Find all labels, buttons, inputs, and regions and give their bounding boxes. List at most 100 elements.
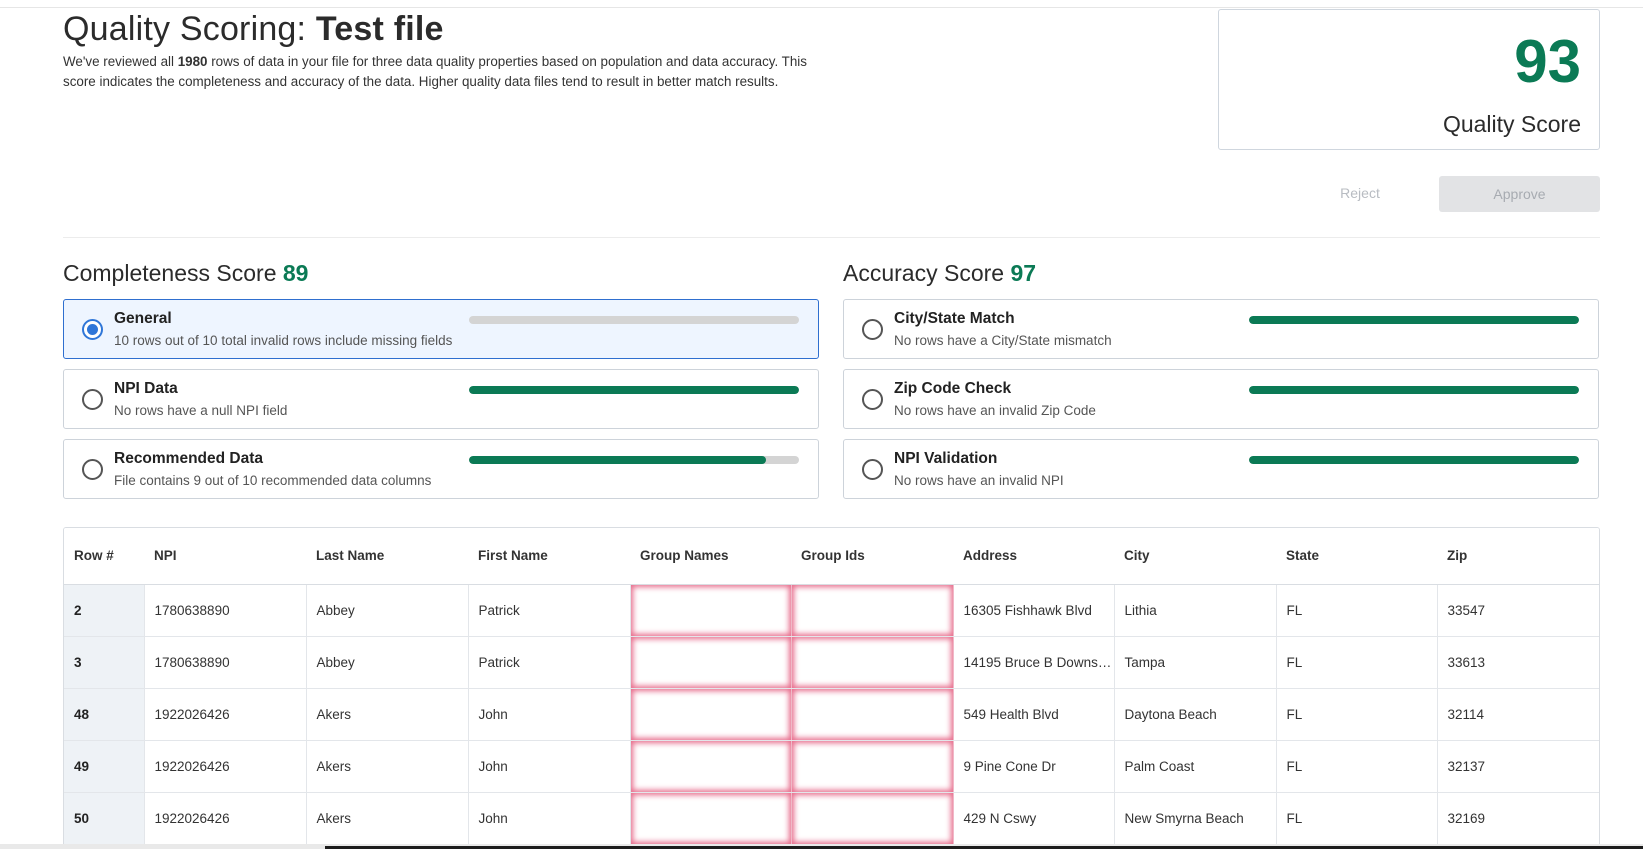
radio-button[interactable] (82, 459, 103, 480)
table-cell[interactable]: Abbey (306, 636, 469, 689)
column-header[interactable]: First Name (468, 528, 630, 585)
radio-button[interactable] (862, 319, 883, 340)
accuracy-score-title: Accuracy Score 97 (843, 260, 1036, 287)
invalid-cell[interactable] (791, 688, 954, 741)
invalid-cell[interactable] (630, 584, 792, 637)
desc-pre: We've reviewed all (63, 54, 178, 69)
invalid-cell[interactable] (630, 636, 792, 689)
row-number-cell[interactable]: 48 (64, 688, 145, 741)
column-header[interactable]: Address (953, 528, 1114, 585)
table-row[interactable]: 50 1922026426 Akers John 429 N Cswy New Smyrn… (64, 792, 1599, 845)
row-number-cell[interactable]: 3 (64, 636, 145, 689)
approve-button[interactable]: Approve (1439, 176, 1600, 212)
table-cell[interactable]: John (468, 792, 631, 845)
invalid-cell[interactable] (630, 740, 792, 793)
metric-label: NPI Validation (894, 450, 998, 467)
invalid-cell[interactable] (791, 636, 954, 689)
accuracy-score-value: 97 (1010, 260, 1037, 286)
radio-button[interactable] (862, 389, 883, 410)
table-cell[interactable]: 32114 (1437, 688, 1599, 741)
table-row[interactable]: 3 1780638890 Abbey Patrick 14195 Bruce B Dow… (64, 636, 1599, 689)
header-divider (63, 237, 1600, 238)
table-cell[interactable]: FL (1276, 636, 1438, 689)
progress-bar (1249, 316, 1579, 324)
metric-label: Recommended Data (114, 450, 264, 467)
table-cell[interactable]: 9 Pine Cone Dr (953, 740, 1115, 793)
accuracy-title-text: Accuracy Score (843, 260, 1005, 286)
row-number-cell[interactable]: 2 (64, 584, 145, 637)
column-header[interactable]: Group Ids (791, 528, 953, 585)
progress-bar (469, 386, 799, 394)
table-cell[interactable]: Abbey (306, 584, 469, 637)
table-cell[interactable]: FL (1276, 688, 1438, 741)
column-header[interactable]: State (1276, 528, 1437, 585)
table-cell[interactable]: 1922026426 (144, 740, 307, 793)
table-cell[interactable]: Akers (306, 792, 469, 845)
radio-button[interactable] (862, 459, 883, 480)
metric-zip-code-check[interactable]: Zip Code Check No rows have an invalid Z… (843, 369, 1599, 429)
progress-fill (1249, 456, 1579, 464)
invalid-cell[interactable] (630, 688, 792, 741)
table-cell[interactable]: 16305 Fishhawk Blvd (953, 584, 1115, 637)
row-number-cell[interactable]: 50 (64, 792, 145, 845)
metric-general[interactable]: General 10 rows out of 10 total invalid … (63, 299, 819, 359)
table-cell[interactable]: FL (1276, 792, 1438, 845)
page-description: We've reviewed all 1980 rows of data in … (63, 52, 823, 92)
invalid-cell[interactable] (791, 584, 954, 637)
metric-recommended-data[interactable]: Recommended Data File contains 9 out of … (63, 439, 819, 499)
table-cell[interactable]: 429 N Cswy (953, 792, 1115, 845)
table-cell[interactable]: Tampa (1114, 636, 1277, 689)
table-cell[interactable]: Daytona Beach (1114, 688, 1277, 741)
invalid-cell[interactable] (630, 792, 792, 845)
table-cell[interactable]: Lithia (1114, 584, 1277, 637)
progress-fill (1249, 386, 1579, 394)
reject-button[interactable]: Reject (1300, 176, 1420, 210)
metric-city-state-match[interactable]: City/State Match No rows have a City/Sta… (843, 299, 1599, 359)
table-row[interactable]: 48 1922026426 Akers John 549 Health Blvd Dayt… (64, 688, 1599, 741)
table-cell[interactable]: 33547 (1437, 584, 1599, 637)
table-cell[interactable]: Palm Coast (1114, 740, 1277, 793)
invalid-cell[interactable] (791, 740, 954, 793)
table-row[interactable]: 2 1780638890 Abbey Patrick 16305 Fishhawk Bl… (64, 584, 1599, 637)
table-cell[interactable]: New Smyrna Beach (1114, 792, 1277, 845)
column-header[interactable]: Row # (64, 528, 144, 585)
table-cell[interactable]: 14195 Bruce B Downs Blvd (953, 636, 1115, 689)
quality-score-value: 93 (1514, 28, 1581, 95)
radio-button[interactable] (82, 389, 103, 410)
table-cell[interactable]: FL (1276, 584, 1438, 637)
table-cell[interactable]: FL (1276, 740, 1438, 793)
column-header[interactable]: City (1114, 528, 1276, 585)
table-cell[interactable]: 1922026426 (144, 688, 307, 741)
column-header[interactable]: NPI (144, 528, 306, 585)
desc-row-count: 1980 (177, 54, 208, 69)
table-cell[interactable]: 32137 (1437, 740, 1599, 793)
invalid-cell[interactable] (791, 792, 954, 845)
table-cell[interactable]: 1780638890 (144, 584, 307, 637)
metric-description: No rows have an invalid NPI (894, 473, 1064, 488)
table-cell[interactable]: 1780638890 (144, 636, 307, 689)
progress-fill (469, 456, 766, 464)
table-cell[interactable]: John (468, 688, 631, 741)
radio-button[interactable] (82, 319, 103, 340)
table-cell[interactable]: 549 Health Blvd (953, 688, 1115, 741)
table-header-row: Row # NPI Last Name First Name Group Nam… (64, 528, 1599, 585)
row-number-cell[interactable]: 49 (64, 740, 145, 793)
progress-bar (1249, 386, 1579, 394)
table-cell[interactable]: John (468, 740, 631, 793)
table-cell[interactable]: Akers (306, 740, 469, 793)
metric-label: General (114, 310, 172, 327)
table-cell[interactable]: 1922026426 (144, 792, 307, 845)
table-cell[interactable]: Patrick (468, 636, 631, 689)
table-cell[interactable]: Akers (306, 688, 469, 741)
title-prefix: Quality Scoring: (63, 10, 307, 48)
metric-npi-data[interactable]: NPI Data No rows have a null NPI field (63, 369, 819, 429)
table-cell[interactable]: Patrick (468, 584, 631, 637)
column-header[interactable]: Last Name (306, 528, 468, 585)
table-cell[interactable]: 33613 (1437, 636, 1599, 689)
column-header[interactable]: Group Names (630, 528, 791, 585)
metric-label: NPI Data (114, 380, 178, 397)
table-row[interactable]: 49 1922026426 Akers John 9 Pine Cone Dr Palm … (64, 740, 1599, 793)
table-cell[interactable]: 32169 (1437, 792, 1599, 845)
metric-npi-validation[interactable]: NPI Validation No rows have an invalid N… (843, 439, 1599, 499)
column-header[interactable]: Zip (1437, 528, 1599, 585)
